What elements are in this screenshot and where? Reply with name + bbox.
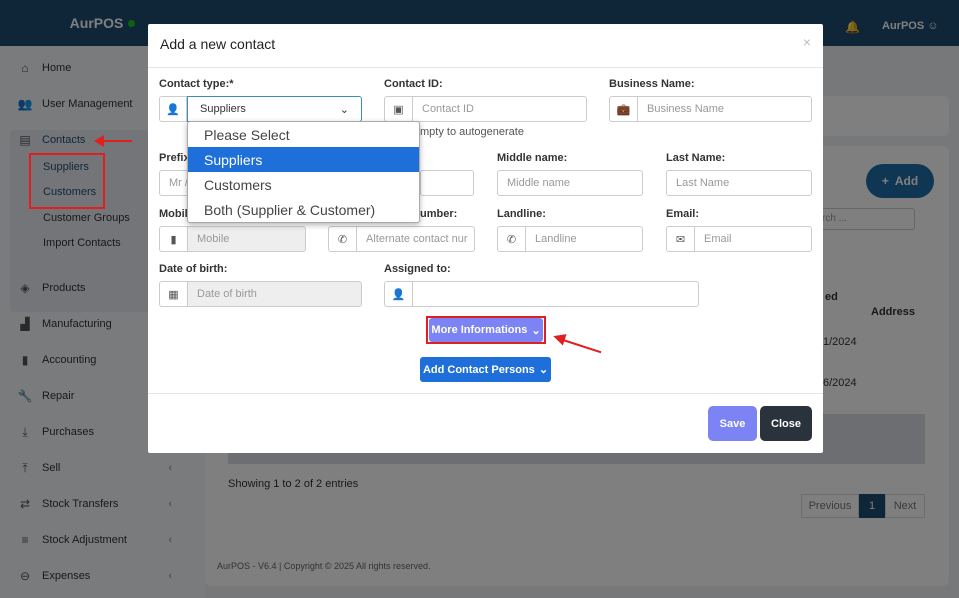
landline-group: ✆ Landline — [497, 226, 643, 252]
close-icon[interactable]: × — [803, 34, 811, 50]
business-name-group: 💼 Business Name — [609, 96, 812, 122]
mobile-phone-icon: ▮ — [159, 226, 187, 252]
close-button[interactable]: Close — [760, 406, 812, 441]
dob-input[interactable]: Date of birth — [187, 281, 362, 307]
assigned-to-select[interactable] — [412, 281, 699, 307]
alternate-number-label: umber: — [420, 208, 458, 220]
mobile-group: ▮ Mobile — [159, 226, 306, 252]
contact-type-label: Contact type:* — [159, 78, 234, 90]
briefcase-icon: 💼 — [609, 96, 637, 122]
calendar-icon: ▦ — [159, 281, 187, 307]
first-name-input[interactable] — [420, 170, 474, 196]
business-name-input[interactable]: Business Name — [637, 96, 812, 122]
annotation-sidebar-box — [29, 153, 105, 209]
contact-type-dropdown: Please Select Suppliers Customers Both (… — [187, 121, 420, 223]
last-name-label: Last Name: — [666, 152, 726, 164]
first-name-group — [420, 170, 474, 196]
contact-type-addon: 👤 — [159, 96, 189, 122]
alternate-number-input[interactable]: Alternate contact nur — [356, 226, 475, 252]
modal-divider — [148, 393, 823, 394]
middle-name-group: Middle name — [497, 170, 643, 196]
dropdown-option-suppliers[interactable]: Suppliers — [188, 147, 419, 172]
modal-divider — [148, 67, 823, 68]
chevron-down-icon: ⌄ — [538, 364, 549, 376]
save-button[interactable]: Save — [708, 406, 757, 441]
modal-title: Add a new contact — [160, 36, 276, 52]
add-contact-persons-label: Add Contact Persons — [422, 363, 535, 376]
prefix-group: Mr / — [159, 170, 189, 196]
landline-input[interactable]: Landline — [525, 226, 643, 252]
last-name-group: Last Name — [666, 170, 812, 196]
user-icon: 👤 — [384, 281, 412, 307]
contact-type-select[interactable]: Suppliers ⌄ — [187, 96, 362, 122]
id-card-icon: ▣ — [384, 96, 412, 122]
prefix-label: Prefix — [159, 152, 190, 164]
alternate-number-group: ✆ Alternate contact nur — [328, 226, 475, 252]
arrow-head-icon — [94, 135, 104, 147]
dob-label: Date of birth: — [159, 263, 228, 275]
phone-icon: ✆ — [328, 226, 356, 252]
contact-id-group: ▣ Contact ID — [384, 96, 587, 122]
assigned-to-group: 👤 — [384, 281, 699, 307]
email-group: ✉ Email — [666, 226, 812, 252]
assigned-to-label: Assigned to: — [384, 263, 451, 275]
middle-name-input[interactable]: Middle name — [497, 170, 643, 196]
contact-type-value: Suppliers — [200, 103, 246, 115]
dropdown-option-please-select[interactable]: Please Select — [188, 122, 419, 147]
user-icon: 👤 — [159, 96, 187, 122]
dropdown-option-customers[interactable]: Customers — [188, 172, 419, 197]
business-name-label: Business Name: — [609, 78, 695, 90]
email-input[interactable]: Email — [694, 226, 812, 252]
chevron-down-icon: ⌄ — [339, 103, 349, 116]
mobile-input[interactable]: Mobile — [187, 226, 306, 252]
mobile-label: Mobil — [159, 208, 188, 220]
contact-id-help: mpty to autogenerate — [420, 126, 524, 138]
contact-id-label: Contact ID: — [384, 78, 443, 90]
landline-label: Landline: — [497, 208, 546, 220]
contact-id-input[interactable]: Contact ID — [412, 96, 587, 122]
phone-icon: ✆ — [497, 226, 525, 252]
dob-group: ▦ Date of birth — [159, 281, 362, 307]
last-name-input[interactable]: Last Name — [666, 170, 812, 196]
add-contact-persons-button[interactable]: Add Contact Persons ⌄ — [420, 357, 551, 382]
envelope-icon: ✉ — [666, 226, 694, 252]
dropdown-option-both[interactable]: Both (Supplier & Customer) — [188, 197, 419, 222]
annotation-highlight-box — [426, 316, 546, 344]
email-label: Email: — [666, 208, 700, 220]
middle-name-label: Middle name: — [497, 152, 568, 164]
prefix-input[interactable]: Mr / — [159, 170, 189, 196]
